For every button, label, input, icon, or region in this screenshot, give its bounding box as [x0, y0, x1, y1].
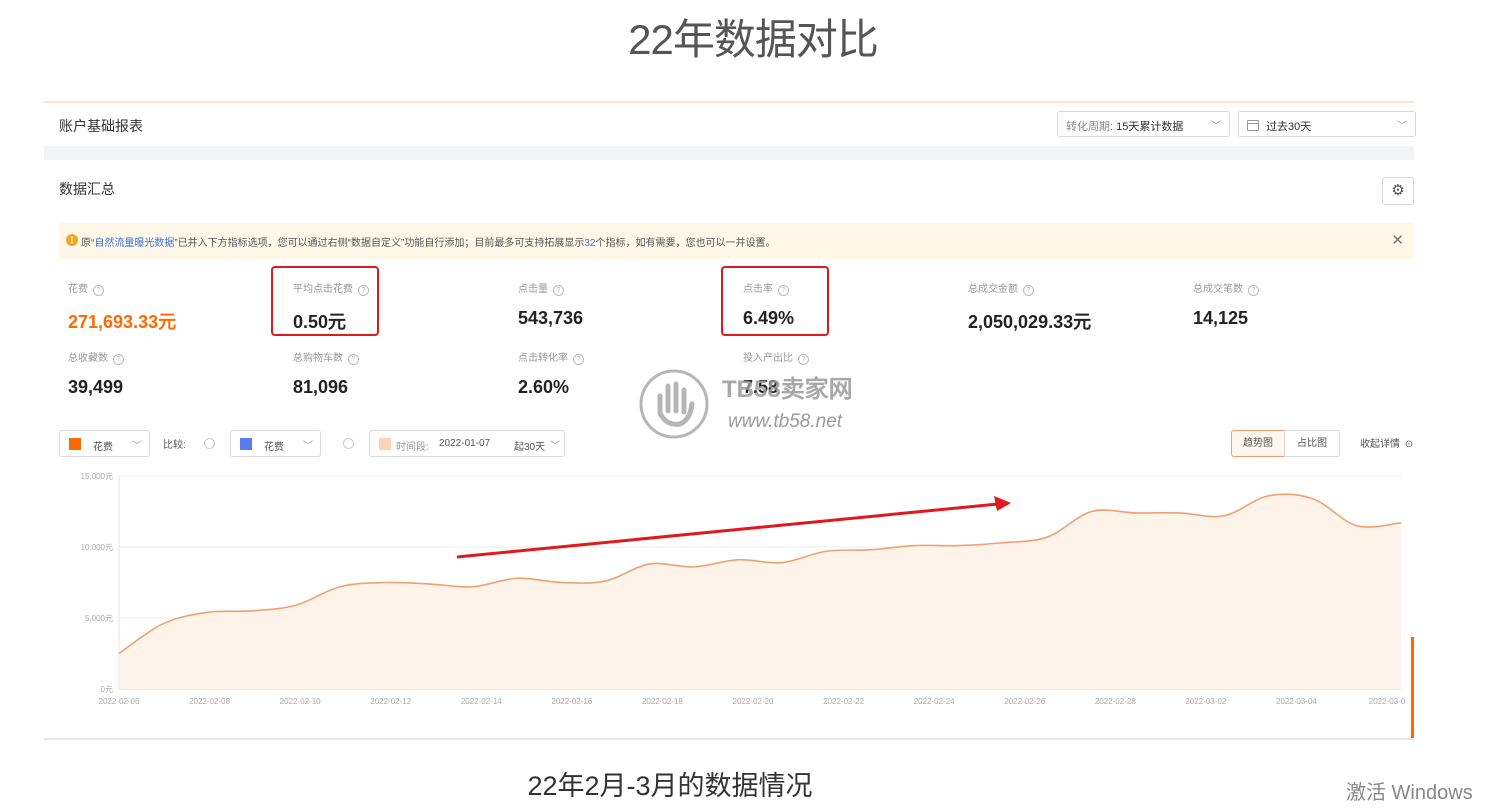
- metric-label: 总收藏数?: [68, 349, 124, 365]
- notice-text: 个指标，如有需要，您也可以一并设置。: [595, 238, 776, 249]
- metric-label-text: 点击量: [518, 284, 548, 295]
- compare-label: 比较:: [163, 440, 186, 451]
- calendar-icon: [1247, 120, 1259, 131]
- section-divider: [44, 146, 1414, 160]
- page-title: 22年数据对比: [628, 16, 879, 63]
- metric-label-text: 总收藏数: [68, 353, 108, 364]
- metric-label-text: 总购物车数: [293, 353, 343, 364]
- metric-label-text: 总成交笔数: [1193, 284, 1243, 295]
- watermark-name: TB58卖家网: [722, 376, 853, 403]
- compare-radio-period[interactable]: [343, 438, 354, 449]
- metric-value: 14,125: [1193, 308, 1249, 328]
- metric-card: 花费? 271,693.33元: [68, 280, 176, 334]
- caption: 22年2月-3月的数据情况: [527, 771, 813, 801]
- metric-label: 花费?: [68, 280, 176, 296]
- metric-card: 总收藏数? 39,499: [68, 349, 124, 398]
- notice-text: 原“: [81, 238, 95, 249]
- help-icon[interactable]: ?: [553, 285, 564, 296]
- chevron-down-icon: ﹀: [132, 441, 142, 452]
- compare-radio-metric[interactable]: [204, 438, 215, 449]
- help-icon[interactable]: ?: [1248, 285, 1259, 296]
- metric-card: 总成交金额? 2,050,029.33元: [968, 280, 1091, 334]
- collapse-details-link[interactable]: 收起详情 ⊙: [1360, 435, 1413, 450]
- metric-card: 总购物车数? 81,096: [293, 349, 359, 398]
- metric-value: 39,499: [68, 377, 124, 397]
- compare-period-select[interactable]: 时间段: 2022-01-07 起30天 ﹀: [369, 430, 565, 457]
- metric-value: 2,050,029.33元: [968, 312, 1092, 332]
- watermark-logo: [639, 369, 709, 439]
- watermark-url: www.tb58.net: [728, 411, 843, 432]
- metric-select-label: 花费: [264, 442, 284, 453]
- chevron-down-icon: ﹀: [1397, 121, 1407, 132]
- metric-label: 点击转化率?: [518, 349, 584, 365]
- watermark: TB58卖家网 www.tb58.net: [638, 368, 878, 440]
- collapse-icon: ⊙: [1404, 439, 1414, 450]
- settings-gear-button[interactable]: ⚙: [1382, 177, 1414, 205]
- report-title: 账户基础报表: [59, 118, 143, 134]
- chevron-down-icon: ﹀: [303, 441, 313, 452]
- notice-text: ”已并入下方指标选项，您可以通过右侧“数据自定义”功能自行添加；目前最多可支持拓…: [174, 238, 585, 249]
- help-icon[interactable]: ?: [573, 354, 584, 365]
- trend-view-button[interactable]: 趋势图: [1231, 430, 1285, 457]
- help-icon[interactable]: ?: [113, 354, 124, 365]
- metric-label: 点击量?: [518, 280, 583, 296]
- metric-value: 2.60%: [518, 377, 570, 397]
- metric-value: 81,096: [293, 377, 349, 397]
- period-span: 起30天: [514, 442, 546, 453]
- warning-icon: !: [66, 234, 78, 246]
- metric-card: 点击量? 543,736: [518, 280, 583, 329]
- metric-select-label: 花费: [93, 442, 113, 453]
- help-icon[interactable]: ?: [348, 354, 359, 365]
- period-label: 时间段:: [396, 442, 429, 453]
- collapse-details-label: 收起详情: [1360, 439, 1400, 450]
- chevron-down-icon: ﹀: [1211, 121, 1221, 132]
- summary-panel: 数据汇总 ⚙ ! 原“自然流量曝光数据”已并入下方指标选项，您可以通过右侧“数据…: [44, 160, 1414, 740]
- summary-title: 数据汇总: [59, 181, 115, 197]
- notice-count: 32: [584, 238, 596, 249]
- period-start: 2022-01-07: [439, 438, 491, 449]
- conversion-period-select[interactable]: 转化周期: 15天累计数据 ﹀: [1057, 111, 1230, 137]
- metric-label: 总成交笔数?: [1193, 280, 1259, 296]
- scroll-indicator: [1411, 637, 1414, 738]
- conversion-period-value: 15天累计数据: [1116, 121, 1184, 133]
- metric-card: 总成交笔数? 14,125: [1193, 280, 1259, 329]
- close-icon[interactable]: ✕: [1391, 231, 1404, 249]
- series-color-swatch: [69, 438, 81, 450]
- date-range-value: 过去30天: [1266, 121, 1312, 133]
- conversion-period-label: 转化周期:: [1066, 121, 1114, 133]
- help-icon[interactable]: ?: [93, 285, 104, 296]
- metric-label: 投入产出比?: [743, 349, 809, 365]
- metric-label-text: 投入产出比: [743, 353, 793, 364]
- report-header: 账户基础报表 转化周期: 15天累计数据 ﹀ 过去30天 ﹀: [44, 101, 1416, 148]
- share-view-button[interactable]: 占比图: [1284, 430, 1340, 457]
- gear-icon: ⚙: [1391, 182, 1405, 199]
- metric-value: 543,736: [518, 308, 584, 328]
- highlight-box: [271, 266, 379, 336]
- help-icon[interactable]: ?: [798, 354, 809, 365]
- windows-activation-overlay: 激活 Windows: [1346, 782, 1473, 804]
- metric-label-text: 花费: [68, 284, 88, 295]
- metric-label: 总成交金额?: [968, 280, 1091, 296]
- help-icon[interactable]: ?: [1023, 285, 1034, 296]
- notice-banner: ! 原“自然流量曝光数据”已并入下方指标选项，您可以通过右侧“数据自定义”功能自…: [59, 223, 1414, 259]
- metric-value: 271,693.33元: [68, 312, 177, 332]
- series-color-swatch: [379, 438, 391, 450]
- metric-label: 总购物车数?: [293, 349, 359, 365]
- metric-select-compare[interactable]: 花费 ﹀: [230, 430, 321, 457]
- notice-link[interactable]: 自然流量曝光数据: [94, 238, 174, 249]
- date-range-select[interactable]: 过去30天 ﹀: [1238, 111, 1416, 137]
- metric-label-text: 点击转化率: [518, 353, 568, 364]
- chevron-down-icon: ﹀: [550, 441, 560, 452]
- metric-label-text: 总成交金额: [968, 284, 1018, 295]
- metric-card: 点击转化率? 2.60%: [518, 349, 584, 398]
- highlight-box: [721, 266, 829, 336]
- series-color-swatch: [240, 438, 252, 450]
- metric-select-primary[interactable]: 花费 ﹀: [59, 430, 150, 457]
